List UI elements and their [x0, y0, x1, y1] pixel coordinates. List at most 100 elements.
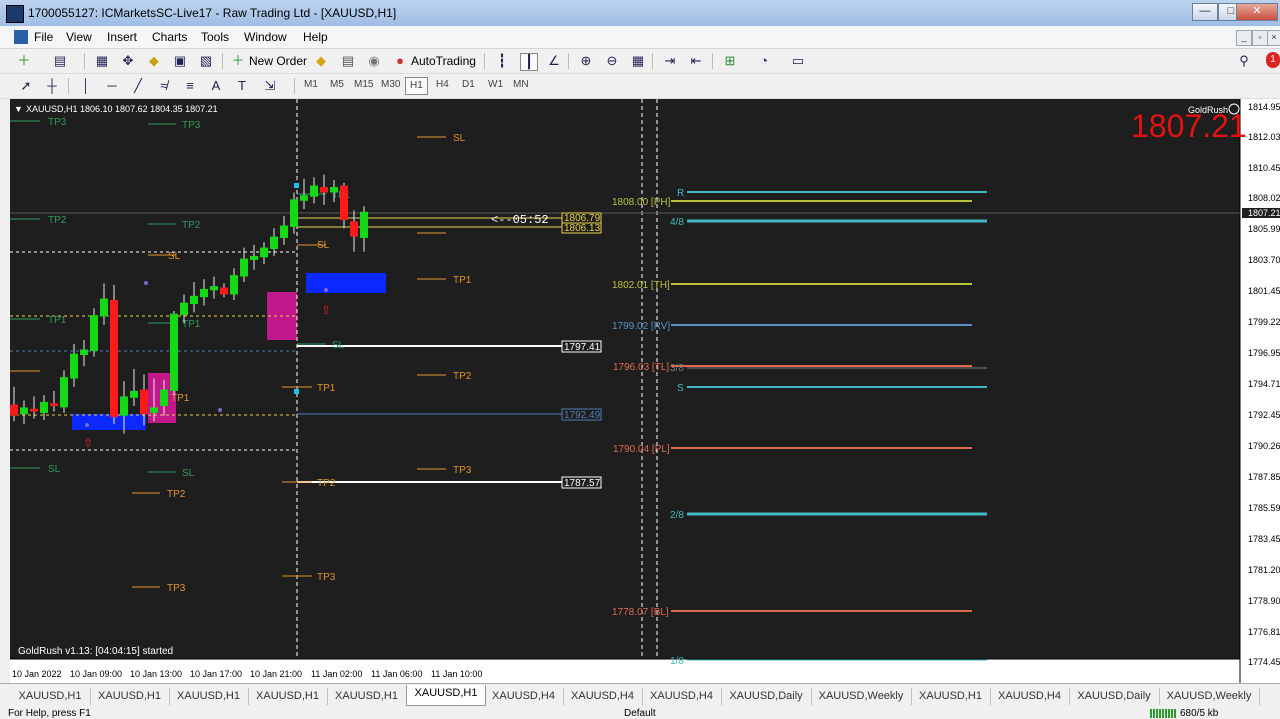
templates-icon[interactable]: ▭ — [790, 53, 806, 69]
pivot-label-tl: 1796.03 [TL] — [613, 362, 669, 373]
indicators-icon[interactable]: ⊞ — [722, 53, 738, 69]
arrows-icon[interactable]: ⇲ — [262, 78, 278, 94]
candle-body — [200, 288, 208, 298]
candle-body — [240, 258, 248, 277]
data-window-icon[interactable]: ◆ — [146, 53, 162, 69]
auto-scroll-icon[interactable]: ⇤ — [688, 53, 704, 69]
profiles-icon[interactable]: ▤ — [52, 53, 68, 69]
menu-insert[interactable]: Insert — [107, 30, 137, 44]
mdi-restore-button[interactable]: ▫ — [1252, 30, 1268, 46]
timeframe-m1[interactable]: M1 — [304, 79, 318, 90]
market-icon[interactable]: ◉ — [366, 53, 382, 69]
timeframe-m30[interactable]: M30 — [381, 79, 400, 90]
window-title: 1700055127: ICMarketsSC-Live17 - Raw Tra… — [28, 6, 397, 20]
app-icon — [6, 5, 24, 23]
chart-tab[interactable]: XAUUSD,Daily — [721, 688, 812, 705]
mdi-close-button[interactable]: × — [1267, 30, 1280, 46]
candle-body — [160, 389, 168, 407]
new-order-button[interactable]: New Order — [249, 54, 307, 68]
demand-zone — [72, 414, 146, 430]
chart-tab[interactable]: XAUUSD,Weekly — [1159, 688, 1260, 705]
candle-body — [30, 408, 38, 412]
chart-tab[interactable]: XAUUSD,Weekly — [811, 688, 912, 705]
ea-status-text: GoldRush v1.13: [04:04:15] started — [18, 646, 173, 657]
timeframe-mn[interactable]: MN — [513, 79, 529, 90]
menu-charts[interactable]: Charts — [152, 30, 187, 44]
tp2-label: TP2 — [317, 478, 336, 489]
candle-body — [120, 396, 128, 416]
strategy-tester-icon[interactable]: ▧ — [198, 53, 214, 69]
candle-body — [80, 349, 88, 356]
vertical-line-icon[interactable]: │ — [78, 78, 94, 94]
periods-icon[interactable]: ◔ — [756, 53, 772, 69]
metaeditor-icon[interactable]: ◆ — [313, 53, 329, 69]
candle-body — [220, 287, 228, 295]
signals-icon[interactable]: ▤ — [340, 53, 356, 69]
chart-tab[interactable]: XAUUSD,H1 — [327, 688, 407, 705]
timeframe-d1[interactable]: D1 — [462, 79, 475, 90]
zoom-out-icon[interactable]: ⊖ — [604, 53, 620, 69]
menu-tools[interactable]: Tools — [201, 30, 229, 44]
line-chart-icon[interactable]: ∠ — [546, 53, 562, 69]
sl-label: SL — [332, 340, 345, 351]
price-tick: 1796.95 — [1248, 348, 1280, 358]
chart-tab[interactable]: XAUUSD,H1 — [911, 688, 991, 705]
timeframe-h4[interactable]: H4 — [436, 79, 449, 90]
bar-chart-icon[interactable]: ┇ — [494, 53, 510, 69]
menu-help[interactable]: Help — [303, 30, 328, 44]
close-button[interactable]: ✕ — [1236, 3, 1278, 21]
price-tick: 1778.90 — [1248, 596, 1280, 606]
timeframe-m15[interactable]: M15 — [354, 79, 373, 90]
cursor-icon[interactable]: ➚ — [18, 78, 34, 94]
chart-header: XAUUSD,H1 1806.10 1807.62 1804.35 1807.2… — [26, 104, 218, 114]
timeframe-m5[interactable]: M5 — [330, 79, 344, 90]
text-label-icon[interactable]: T — [234, 78, 250, 94]
chart-tab[interactable]: XAUUSD,H4 — [642, 688, 722, 705]
menu-view[interactable]: View — [66, 30, 92, 44]
trendline-icon[interactable]: ╱ — [130, 78, 146, 94]
chart-tab[interactable]: XAUUSD,H4 — [484, 688, 564, 705]
zoom-in-icon[interactable]: ⊕ — [578, 53, 594, 69]
chart-tab[interactable]: XAUUSD,H1 — [248, 688, 328, 705]
search-icon[interactable]: ⚲ — [1236, 53, 1252, 69]
horizontal-line-icon[interactable]: ─ — [104, 78, 120, 94]
tp3-label: TP3 — [182, 120, 201, 131]
chart-shift-icon[interactable]: ⇥ — [662, 53, 678, 69]
tp2-label: TP2 — [48, 215, 67, 226]
notification-icon[interactable]: 1 — [1266, 52, 1280, 68]
candlestick-icon[interactable]: ┃ — [520, 53, 538, 71]
tile-windows-icon[interactable]: ▦ — [630, 53, 646, 69]
fibonacci-icon[interactable]: ≡ — [182, 78, 198, 94]
chart-tab-active[interactable]: XAUUSD,H1 — [406, 685, 486, 706]
chart-tab[interactable]: XAUUSD,H4 — [563, 688, 643, 705]
timeframe-w1[interactable]: W1 — [488, 79, 503, 90]
chart-tab[interactable]: XAUUSD,H1 — [169, 688, 249, 705]
equidistant-channel-icon[interactable]: ≉ — [156, 78, 172, 94]
text-icon[interactable]: A — [208, 78, 224, 94]
autotrading-icon[interactable]: ● — [392, 53, 408, 69]
minimize-button[interactable]: — — [1192, 3, 1218, 21]
market-watch-icon[interactable]: ▦ — [94, 53, 110, 69]
navigator-icon[interactable]: ✥ — [120, 53, 136, 69]
candle-body — [100, 298, 108, 317]
chart-tab[interactable]: XAUUSD,Daily — [1069, 688, 1160, 705]
menu-window[interactable]: Window — [244, 30, 287, 44]
crosshair-icon[interactable]: ┼ — [44, 78, 60, 94]
chart-tab[interactable]: XAUUSD,H1 — [90, 688, 170, 705]
candle-countdown: <--05:52 — [491, 213, 549, 227]
chart-tab[interactable]: XAUUSD,H1 — [10, 688, 91, 705]
chart-tab[interactable]: XAUUSD,H4 — [990, 688, 1070, 705]
terminal-icon[interactable]: ▣ — [172, 53, 188, 69]
new-order-icon[interactable]: ＋ — [230, 53, 246, 69]
mdi-minimize-button[interactable]: _ — [1236, 30, 1252, 46]
menu-file[interactable]: File — [34, 30, 53, 44]
tp2-label: TP2 — [182, 220, 201, 231]
timeframe-h1[interactable]: H1 — [405, 77, 428, 95]
candle-body — [10, 404, 18, 416]
new-chart-icon[interactable]: ＋ — [16, 53, 32, 69]
chart-window[interactable]: TP3 TP3 TP2 TP2 TP1 TP1 SL SL TP1 SL SL … — [10, 99, 1280, 683]
chart-dropdown-icon[interactable]: ▼ — [14, 104, 23, 114]
tp2-label: TP2 — [453, 371, 472, 382]
autotrading-button[interactable]: AutoTrading — [411, 54, 476, 68]
pivot-label-th: 1802.01 [TH] — [612, 280, 670, 291]
